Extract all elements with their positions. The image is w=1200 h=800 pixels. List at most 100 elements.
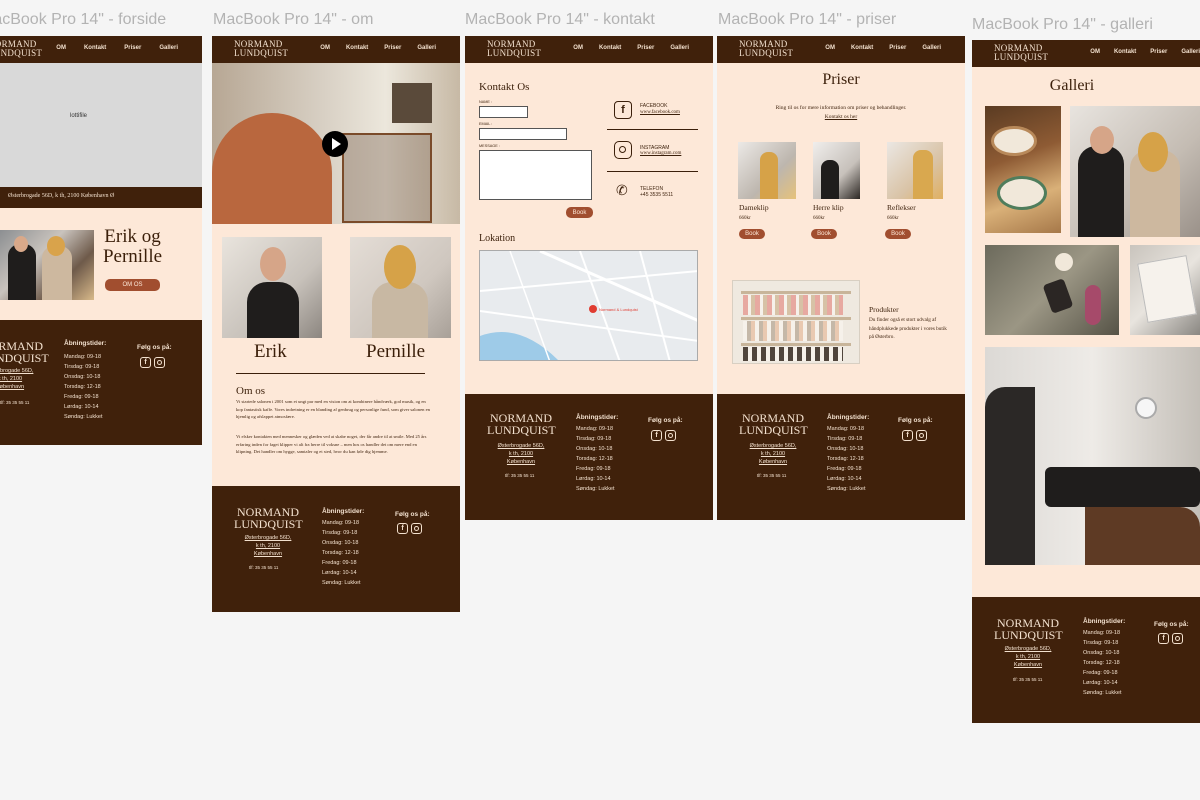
message-field[interactable] (479, 150, 592, 200)
frame-title-om: MacBook Pro 14" - om (213, 11, 374, 28)
nav-bar: NORMANDLUNDQUIST OM Kontakt Priser Galle… (0, 36, 202, 63)
nav-priser[interactable]: Priser (384, 45, 401, 51)
nav-kontakt[interactable]: Kontakt (851, 45, 873, 51)
instagram-icon[interactable] (411, 523, 422, 534)
book-button[interactable]: Book (885, 229, 911, 239)
frame-title-galleri: MacBook Pro 14" - galleri (972, 16, 1153, 33)
instagram-link[interactable]: www.instagram.com (640, 151, 681, 156)
footer: NORMANDLUNDQUIST Østerbrogade 56D,k th, … (465, 394, 713, 520)
frame-kontakt: NORMAND LUNDQUIST OM Kontakt Priser Galle… (465, 36, 713, 520)
footer-address[interactable]: Østerbrogade 56D,k th, 2100København (239, 534, 297, 558)
nav-om[interactable]: OM (1090, 49, 1100, 55)
nav-galleri[interactable]: Galleri (670, 45, 689, 51)
nav-priser[interactable]: Priser (1150, 49, 1167, 55)
contact-title: Kontakt Os (479, 81, 530, 93)
contact-link[interactable]: Kontakt os her (717, 114, 965, 120)
nav-bar: NORMANDLUNDQUIST OM Kontakt Priser Galle… (212, 36, 460, 63)
divider (607, 171, 698, 172)
footer-address[interactable]: Østerbrogade 56D,k th, 2100København (0, 367, 40, 391)
book-button[interactable]: Book (739, 229, 765, 239)
gallery-photo-magazine[interactable] (1130, 245, 1200, 335)
hours-title: Åbningstider: (322, 508, 365, 515)
facebook-icon[interactable]: f (614, 101, 632, 119)
footer-address[interactable]: Østerbrogade 56D,k th, 2100København (999, 645, 1057, 669)
footer: NORMANDLUNDQUIST Østerbrogade 56D,k th, … (212, 486, 460, 612)
follow-label: Følg os på: (898, 417, 933, 424)
nav-kontakt[interactable]: Kontakt (1114, 49, 1136, 55)
name-label: NAME : (479, 100, 493, 104)
frame-priser: NORMAND LUNDQUIST OM Kontakt Priser Galle… (717, 36, 965, 520)
hours-list: Mandag: 09-18 Tirsdag: 09-18 Onsdag: 10-18… (827, 426, 866, 492)
footer-tlf: tlf: 35 35 55 11 (1013, 677, 1043, 682)
email-field[interactable] (479, 128, 567, 140)
nav-bar: NORMANDLUNDQUIST OM Kontakt Priser Galle… (465, 36, 713, 63)
phone-icon: ✆ (616, 182, 628, 198)
nav-bar: NORMANDLUNDQUIST OM Kontakt Priser Galle… (972, 40, 1200, 67)
instagram-icon[interactable] (614, 141, 632, 159)
name-pernille: Pernille (366, 341, 426, 362)
footer: NORMANDLUNDQUIST Østerbrogade 56D,k th, … (0, 320, 202, 445)
instagram-icon[interactable] (665, 430, 676, 441)
nav-kontakt[interactable]: Kontakt (599, 45, 621, 51)
facebook-icon[interactable]: f (902, 430, 913, 441)
hours-title: Åbningstider: (576, 414, 619, 421)
nav-galleri[interactable]: Galleri (159, 45, 178, 51)
facebook-link[interactable]: www.facebook.com (640, 110, 680, 115)
gallery-photo-coffee[interactable] (985, 106, 1061, 233)
pernille-photo (350, 237, 451, 338)
frame-title-kontakt: MacBook Pro 14" - kontakt (465, 11, 655, 28)
priser-title: Priser (822, 71, 860, 88)
logo[interactable]: NORMANDLUNDQUIST (0, 40, 42, 58)
facebook-icon[interactable]: f (651, 430, 662, 441)
instagram-icon[interactable] (154, 357, 165, 368)
nav-kontakt[interactable]: Kontakt (84, 45, 106, 51)
om-os-button[interactable]: OM OS (105, 279, 160, 291)
nav-priser[interactable]: Priser (637, 45, 654, 51)
facebook-icon[interactable]: f (397, 523, 408, 534)
logo[interactable]: NORMANDLUNDQUIST (487, 40, 541, 58)
footer: NORMANDLUNDQUIST Østerbrogade 56D,k th, … (717, 394, 965, 520)
nav-kontakt[interactable]: Kontakt (346, 45, 368, 51)
logo[interactable]: NORMANDLUNDQUIST (739, 40, 793, 58)
about-paragraph-1: Vi startede salonen i 2001 som et ungt p… (236, 399, 430, 419)
gallery-photo-owners[interactable] (1070, 106, 1200, 237)
nav-galleri[interactable]: Galleri (1181, 49, 1200, 55)
footer-logo: NORMANDLUNDQUIST (0, 339, 49, 365)
nav-priser[interactable]: Priser (889, 45, 906, 51)
book-button[interactable]: Book (811, 229, 837, 239)
reflekser-photo (887, 142, 943, 199)
nav-priser[interactable]: Priser (124, 45, 141, 51)
nav-om[interactable]: OM (573, 45, 583, 51)
logo[interactable]: NORMANDLUNDQUIST (234, 40, 288, 58)
nav-galleri[interactable]: Galleri (922, 45, 941, 51)
hours-title: Åbningstider: (64, 340, 107, 347)
footer-tlf: tlf: 35 35 55 11 (249, 565, 279, 570)
message-label: MESSAGE : (479, 144, 500, 148)
follow-label: Følg os på: (137, 344, 172, 351)
instagram-icon[interactable] (916, 430, 927, 441)
hours-title: Åbningstider: (1083, 618, 1126, 625)
book-button[interactable]: Book (566, 207, 593, 218)
footer-address[interactable]: Østerbrogade 56D,k th, 2100København (492, 442, 550, 466)
follow-label: Følg os på: (1154, 621, 1189, 628)
facebook-icon[interactable]: f (140, 357, 151, 368)
instagram-icon[interactable] (1172, 633, 1183, 644)
nav-om[interactable]: OM (825, 45, 835, 51)
name-field[interactable] (479, 106, 528, 118)
telefon-value: +45 3535 5511 (640, 192, 674, 198)
nav-om[interactable]: OM (56, 45, 66, 51)
gallery-photo-chair[interactable] (985, 347, 1200, 565)
play-button[interactable] (322, 131, 348, 157)
facebook-icon[interactable]: f (1158, 633, 1169, 644)
map[interactable]: Normand & Lundquist (479, 250, 698, 361)
lottie-label: lottifile (70, 113, 88, 119)
nav-om[interactable]: OM (320, 45, 330, 51)
gallery-photo-tools[interactable] (985, 245, 1119, 335)
logo[interactable]: NORMANDLUNDQUIST (994, 44, 1048, 62)
products-text: Du finder også et stort udvalg af håndpl… (869, 317, 947, 340)
lottie-placeholder: lottifile (0, 63, 202, 187)
footer-address[interactable]: Østerbrogade 56D,k th, 2100København (744, 442, 802, 466)
footer-tlf: tlf: 35 35 55 11 (505, 473, 535, 478)
nav-galleri[interactable]: Galleri (417, 45, 436, 51)
service-name: Reflekser (887, 203, 916, 212)
